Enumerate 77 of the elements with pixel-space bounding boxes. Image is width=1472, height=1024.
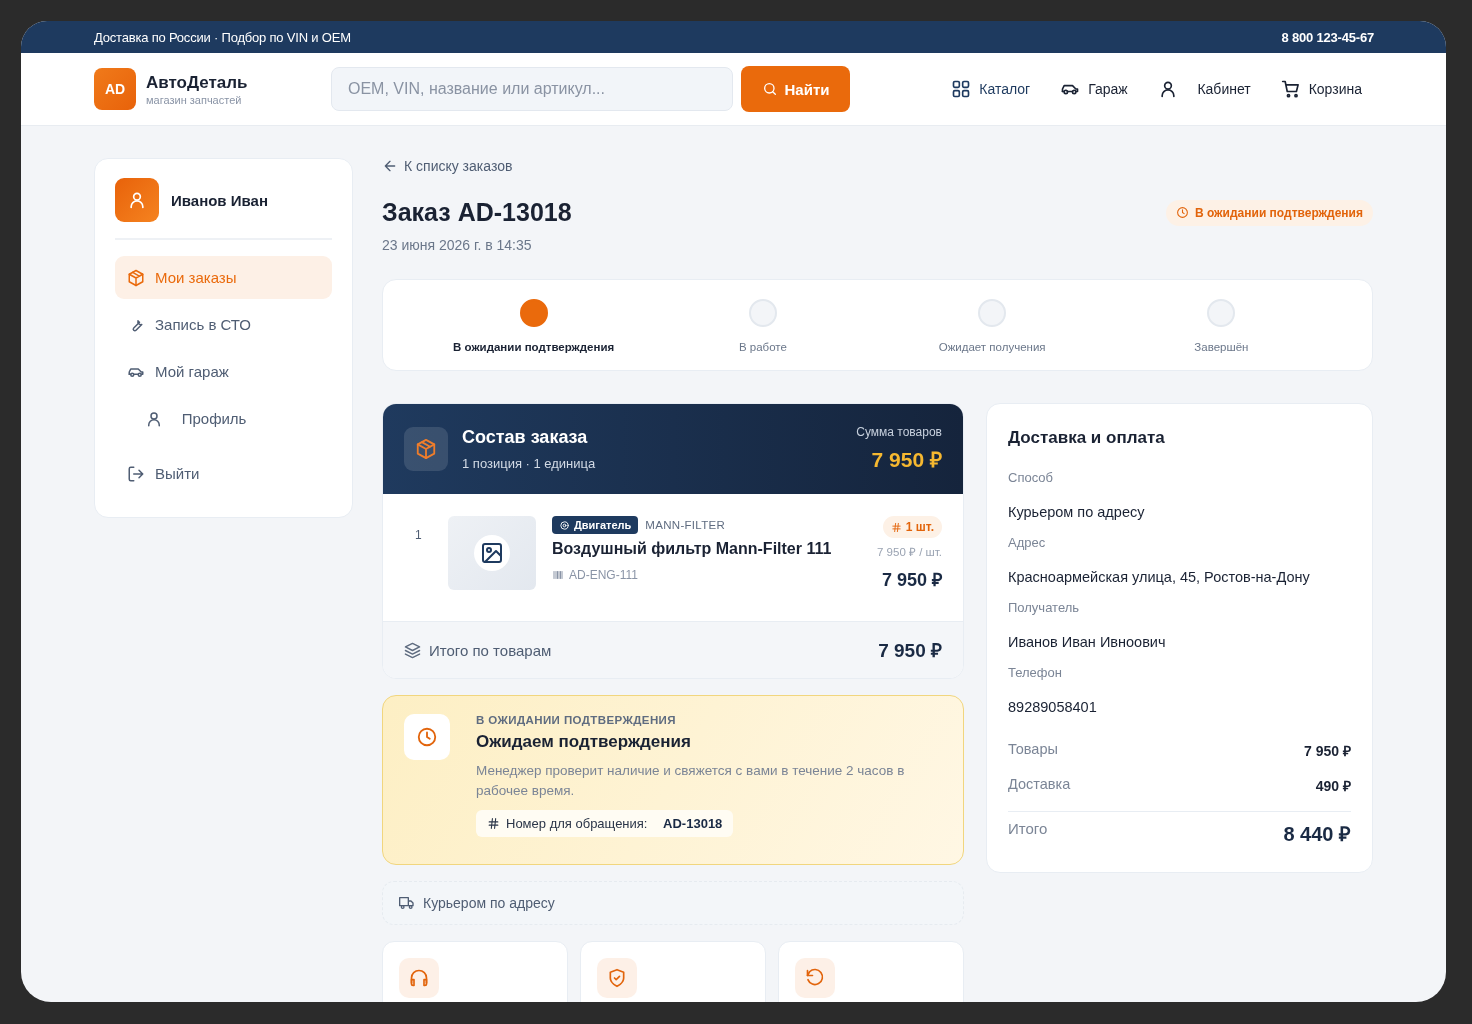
truck-icon: [399, 895, 415, 911]
notice-eyebrow: В ОЖИДАНИИ ПОДТВЕРЖДЕНИЯ: [476, 714, 677, 726]
field-label: Способ: [1008, 470, 1054, 485]
field-value: Красноармейская улица, 45, Ростов-на-Дону: [1008, 569, 1311, 585]
summary-value: 7 950 ₽: [1304, 742, 1351, 760]
brand-name: MANN-FILTER: [645, 519, 726, 531]
logout-icon: [127, 464, 145, 483]
sidebar-item[interactable]: Профиль: [115, 397, 332, 440]
clock-icon: [1175, 206, 1189, 219]
box-icon: [415, 438, 437, 460]
field-label: Телефон: [1008, 665, 1063, 680]
logo-badge: AD: [94, 68, 136, 110]
composition-subtitle: 1 позиция · 1 единица: [462, 456, 596, 471]
sidebar-item[interactable]: Запись в СТО: [115, 303, 332, 346]
item-index: 1: [415, 527, 423, 544]
category-tag: Двигатель: [552, 516, 639, 534]
grand-total-value: 8 440 ₽: [1283, 822, 1351, 847]
phone-number: 8 800 123-45-67: [1281, 29, 1374, 45]
box-icon: [127, 268, 145, 287]
total-value: 7 950 ₽: [878, 639, 942, 663]
nav-link[interactable]: Корзина: [1280, 79, 1362, 99]
composition-title: Состав заказа: [462, 427, 589, 448]
store-tagline: магазин запчастей: [146, 93, 243, 106]
notice-text: Менеджер проверит наличие и свяжется с вами в течение 2 часов в рабочее время.: [476, 762, 906, 800]
summary-value: 490 ₽: [1315, 777, 1351, 795]
field-value: Иванов Иван Ивноович: [1008, 634, 1167, 650]
nav-link[interactable]: Каталог: [951, 79, 1031, 99]
logout-link[interactable]: Выйти: [115, 452, 332, 495]
shield-icon: [607, 968, 627, 988]
store-name: АвтоДеталь: [146, 72, 248, 93]
cart-icon: [1280, 79, 1301, 99]
layers-icon: [404, 641, 421, 659]
step-label: В работе: [738, 341, 787, 353]
nav-link[interactable]: Гараж: [1060, 79, 1128, 99]
sidebar-item[interactable]: Мой гараж: [115, 350, 332, 393]
delivery-method: Курьером по адресу: [423, 895, 555, 911]
search-field[interactable]: OEM, VIN, название или артикул...: [331, 67, 733, 111]
order-title: Заказ AD-13018: [382, 198, 572, 227]
grand-total-label: Итого: [1008, 820, 1048, 839]
headset-icon: [409, 968, 429, 988]
summary-label: Товары: [1008, 741, 1058, 759]
quantity-badge: 1 шт.: [882, 516, 942, 538]
hash-icon: [890, 521, 902, 533]
image-icon: [480, 541, 504, 565]
nav-link[interactable]: Кабинет: [1157, 79, 1251, 99]
clock-icon: [416, 726, 438, 748]
field-label: Адрес: [1008, 535, 1047, 550]
back-link[interactable]: К списку заказов: [382, 158, 513, 174]
order-date: 23 июня 2026 г. в 14:35: [382, 237, 533, 253]
summary-label: Доставка: [1008, 776, 1071, 794]
reference-number: AD-13018: [663, 816, 723, 831]
section-title: Доставка и оплата: [1008, 428, 1166, 448]
reference-label: Номер для обращения:: [506, 816, 648, 831]
grid-icon: [951, 79, 972, 99]
shipping-info: Доставка по России · Подбор по VIN и OEM: [94, 29, 351, 45]
search-icon: [761, 81, 778, 97]
product-sku: AD-ENG-111: [569, 568, 638, 582]
step-label: Ожидает получения: [938, 341, 1046, 353]
hash-icon: [487, 817, 500, 830]
sum-label: Сумма товаров: [856, 425, 942, 439]
sum-value: 7 950 ₽: [870, 447, 942, 473]
item-price: 7 950 ₽: [881, 569, 942, 591]
step-label: В ожидании подтверждения: [453, 341, 615, 353]
arrow-left-icon: [382, 158, 398, 174]
field-label: Получатель: [1008, 600, 1081, 615]
barcode-icon: [552, 569, 564, 581]
total-label: Итого по товарам: [429, 641, 552, 659]
undo-icon: [805, 968, 825, 988]
unit-price: 7 950 ₽ / шт.: [877, 545, 942, 559]
product-name: Воздушный фильтр Mann-Filter 111: [552, 540, 833, 558]
status-badge: В ожидании подтверждения: [1165, 199, 1373, 226]
field-value: Курьером по адресу: [1008, 504, 1146, 520]
step-label: Завершён: [1194, 341, 1249, 353]
user-name: Иванов Иван: [171, 191, 268, 209]
notice-title: Ожидаем подтверждения: [476, 732, 692, 752]
field-value: 89289058401: [1008, 699, 1098, 715]
person-icon: [127, 190, 147, 210]
